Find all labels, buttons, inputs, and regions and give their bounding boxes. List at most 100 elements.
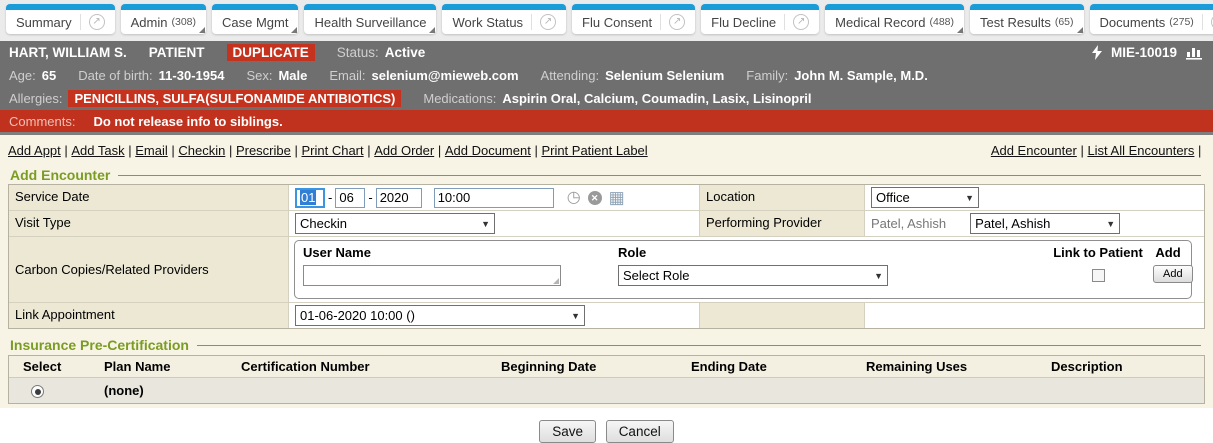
cancel-button[interactable]: Cancel	[606, 420, 674, 443]
popout-icon[interactable]: ↗	[80, 14, 105, 30]
tab-label: Work Status	[452, 15, 523, 30]
cc-user-name-input[interactable]	[303, 265, 561, 286]
allergies-value[interactable]: PENICILLINS, SULFA(SULFONAMIDE ANTIBIOTI…	[68, 90, 401, 107]
link-list-all-encounters[interactable]: List All Encounters	[1087, 143, 1194, 158]
link-add-document[interactable]: Add Document	[445, 143, 531, 158]
cc-link-to-patient-checkbox[interactable]	[1092, 269, 1105, 282]
tab-admin[interactable]: Admin (308)	[121, 4, 206, 34]
clear-date-icon[interactable]: ✕	[588, 191, 602, 205]
col-ending-date: Ending Date	[691, 359, 866, 374]
tab-label: Test Results	[980, 15, 1051, 30]
tab-count: (308)	[171, 16, 196, 28]
link-print-patient-label[interactable]: Print Patient Label	[541, 143, 647, 158]
tab-label: Medical Record	[835, 15, 925, 30]
family-label: Family:	[746, 68, 788, 83]
lightning-icon[interactable]	[1092, 45, 1102, 60]
tab-flu-consent[interactable]: Flu Consent ↗	[572, 4, 695, 34]
tab-summary[interactable]: Summary ↗	[6, 4, 115, 34]
link-email[interactable]: Email	[135, 143, 168, 158]
form-row-service-date: Service Date 01 - 06 - 2020 10:00 ◷ ✕ ▦ …	[9, 185, 1204, 211]
link-checkin[interactable]: Checkin	[178, 143, 225, 158]
col-description: Description	[1051, 359, 1204, 374]
link-add-encounter[interactable]: Add Encounter	[991, 143, 1077, 158]
insurance-none-radio[interactable]	[31, 385, 44, 398]
tab-label: Admin	[131, 15, 168, 30]
attending-value: Selenium Selenium	[605, 68, 724, 83]
calendar-icon[interactable]: ▦	[609, 189, 625, 206]
cc-col-add: Add	[1153, 243, 1183, 262]
cc-add-button[interactable]: Add	[1153, 265, 1193, 283]
tab-label: Flu Decline	[711, 15, 776, 30]
popout-icon[interactable]: ↗	[1202, 14, 1213, 30]
attending-label: Attending:	[541, 68, 600, 83]
tab-health-surveillance[interactable]: Health Surveillance	[304, 4, 436, 34]
tab-count: (275)	[1169, 16, 1194, 28]
comments-text: Do not release info to siblings.	[93, 114, 282, 129]
status-value: Active	[385, 45, 426, 60]
email-value: selenium@mieweb.com	[371, 68, 518, 83]
tab-count: (488)	[930, 16, 955, 28]
sex-value: Male	[278, 68, 307, 83]
empty-cell	[699, 303, 865, 328]
add-encounter-title: Add Encounter	[10, 167, 110, 183]
form-row-visit-type: Visit Type Checkin Performing Provider P…	[9, 211, 1204, 237]
tab-flu-decline[interactable]: Flu Decline ↗	[701, 4, 819, 34]
service-date-year-input[interactable]: 2020	[376, 188, 422, 208]
tab-label: Documents	[1100, 15, 1166, 30]
allergies-label: Allergies:	[9, 91, 62, 106]
form-row-carbon-copies: Carbon Copies/Related Providers User Nam…	[9, 237, 1204, 303]
location-select[interactable]: Office	[871, 187, 979, 208]
link-add-task[interactable]: Add Task	[71, 143, 124, 158]
visit-type-select[interactable]: Checkin	[295, 213, 495, 234]
clock-icon[interactable]: ◷	[567, 190, 581, 206]
performing-provider-label: Performing Provider	[699, 211, 865, 236]
cc-col-role: Role	[618, 243, 1043, 262]
link-add-appt[interactable]: Add Appt	[8, 143, 61, 158]
insurance-header-row: Select Plan Name Certification Number Be…	[9, 356, 1204, 377]
insurance-section-header: Insurance Pre-Certification	[10, 337, 1205, 353]
tab-count: (65)	[1055, 16, 1074, 28]
tab-test-results[interactable]: Test Results (65)	[970, 4, 1084, 34]
popout-icon[interactable]: ↗	[531, 14, 556, 30]
performing-provider-select[interactable]: Patel, Ashish	[970, 213, 1120, 234]
save-button[interactable]: Save	[539, 420, 596, 443]
tab-label: Summary	[16, 15, 72, 30]
tab-work-status[interactable]: Work Status ↗	[442, 4, 566, 34]
patient-type-badge: PATIENT	[149, 45, 205, 60]
insurance-row-none: (none)	[9, 377, 1204, 403]
link-appointment-label: Link Appointment	[9, 303, 289, 328]
carbon-copies-box: User Name Role Link to Patient Add Selec…	[294, 240, 1192, 299]
status-label: Status:	[337, 45, 379, 60]
service-time-input[interactable]: 10:00	[434, 188, 554, 208]
family-value: John M. Sample, M.D.	[794, 68, 928, 83]
sex-label: Sex:	[246, 68, 272, 83]
form-row-link-appointment: Link Appointment 01-06-2020 10:00 ()	[9, 303, 1204, 328]
link-add-order[interactable]: Add Order	[374, 143, 434, 158]
service-date-label: Service Date	[9, 185, 289, 210]
link-print-chart[interactable]: Print Chart	[301, 143, 363, 158]
comments-label: Comments:	[9, 114, 75, 129]
cc-role-select[interactable]: Select Role	[618, 265, 888, 286]
col-plan-name: Plan Name	[104, 359, 241, 374]
col-certification-number: Certification Number	[241, 359, 501, 374]
popout-icon[interactable]: ↗	[660, 14, 685, 30]
popout-icon[interactable]: ↗	[784, 14, 809, 30]
medications-label: Medications:	[423, 91, 496, 106]
medications-value: Aspirin Oral, Calcium, Coumadin, Lasix, …	[502, 91, 811, 106]
tab-documents[interactable]: Documents (275) ↗	[1090, 4, 1213, 34]
bar-chart-icon[interactable]	[1186, 45, 1204, 60]
duplicate-badge: DUPLICATE	[227, 44, 315, 61]
dob-value: 11-30-1954	[159, 68, 225, 83]
service-date-month-input[interactable]: 01	[295, 188, 325, 208]
comments-banner: Comments: Do not release info to sibling…	[0, 110, 1213, 135]
tab-case-mgmt[interactable]: Case Mgmt	[212, 4, 298, 34]
action-links-left: Add Appt Add Task Email Checkin Prescrib…	[8, 143, 648, 158]
add-encounter-form: Service Date 01 - 06 - 2020 10:00 ◷ ✕ ▦ …	[8, 184, 1205, 329]
service-date-day-input[interactable]: 06	[335, 188, 365, 208]
tab-medical-record[interactable]: Medical Record (488)	[825, 4, 964, 34]
patient-name: HART, WILLIAM S.	[9, 45, 127, 60]
action-links-row: Add Appt Add Task Email Checkin Prescrib…	[8, 140, 1205, 165]
link-appointment-select[interactable]: 01-06-2020 10:00 ()	[295, 305, 585, 326]
link-prescribe[interactable]: Prescribe	[236, 143, 291, 158]
tab-label: Flu Consent	[582, 15, 652, 30]
